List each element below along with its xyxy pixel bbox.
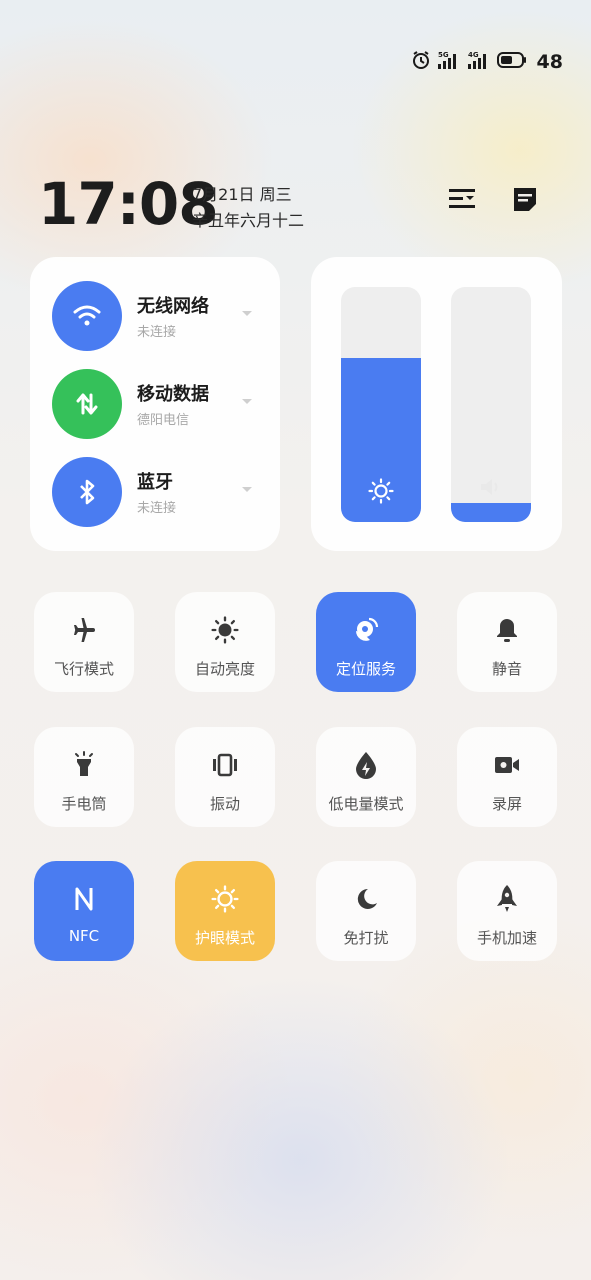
tile-silent[interactable]: 静音 <box>457 592 557 692</box>
moon-icon <box>353 885 379 913</box>
tile-label: 免打扰 <box>343 929 389 947</box>
svg-text:4G: 4G <box>468 51 479 59</box>
tile-label: 静音 <box>491 660 522 678</box>
bluetooth-expand-icon[interactable] <box>242 487 252 492</box>
sun-icon <box>211 616 239 644</box>
date-text: 7月21日 周三 <box>192 185 292 204</box>
brightness-icon <box>341 478 421 504</box>
battery-level: 48 <box>536 51 563 73</box>
clock: 17:08 <box>38 170 219 238</box>
tile-label: 低电量模式 <box>328 795 404 813</box>
mobile-data-carrier: 德阳电信 <box>137 413 190 428</box>
mobile-data-icon <box>76 393 98 415</box>
svg-text:5G: 5G <box>438 51 449 59</box>
flashlight-icon <box>71 751 97 779</box>
date-block: 7月21日 周三 辛丑年六月十二 <box>192 182 304 234</box>
alarm-icon <box>411 50 431 74</box>
volume-level <box>451 503 531 522</box>
tile-vibrate[interactable]: 振动 <box>175 727 275 827</box>
note-icon <box>514 188 536 211</box>
rocket-icon <box>495 885 519 913</box>
signal-4g-icon: 4G <box>467 50 491 74</box>
mobile-data-title: 移动数据 <box>137 384 209 405</box>
bluetooth-icon <box>80 479 95 505</box>
tile-screen-record[interactable]: 录屏 <box>457 727 557 827</box>
tile-label: 振动 <box>209 795 240 813</box>
bluetooth-title: 蓝牙 <box>137 472 173 493</box>
nfc-icon <box>72 885 96 913</box>
tile-battery-saver[interactable]: 低电量模式 <box>316 727 416 827</box>
tile-nfc[interactable]: NFC <box>34 861 134 961</box>
battery-icon <box>496 51 527 73</box>
tile-flashlight[interactable]: 手电筒 <box>34 727 134 827</box>
battery-saver-icon <box>353 751 379 779</box>
tile-label: 护眼模式 <box>194 929 255 947</box>
bluetooth-status: 未连接 <box>137 501 177 516</box>
mobile-data-expand-icon[interactable] <box>242 399 252 404</box>
notes-button[interactable] <box>507 182 543 216</box>
wifi-status: 未连接 <box>137 325 177 340</box>
bluetooth-button[interactable] <box>52 457 122 527</box>
status-bar: 5G 4G 48 <box>411 50 563 74</box>
brightness-slider[interactable] <box>341 287 421 522</box>
wifi-title: 无线网络 <box>137 296 209 317</box>
wifi-expand-icon[interactable] <box>242 311 252 316</box>
screen-record-icon <box>493 751 521 779</box>
mobile-data-button[interactable] <box>52 369 122 439</box>
tile-do-not-disturb[interactable]: 免打扰 <box>316 861 416 961</box>
tile-phone-boost[interactable]: 手机加速 <box>457 861 557 961</box>
wifi-toggle[interactable]: 无线网络 未连接 <box>52 281 272 351</box>
vibrate-icon <box>211 751 239 779</box>
slider-panel <box>311 257 562 551</box>
tile-airplane-mode[interactable]: 飞行模式 <box>34 592 134 692</box>
airplane-icon <box>70 616 98 644</box>
lunar-date-text: 辛丑年六月十二 <box>192 211 305 230</box>
tile-label: 飞行模式 <box>53 660 114 678</box>
wifi-icon <box>73 305 101 326</box>
tile-label: NFC <box>68 927 100 945</box>
tile-label: 手电筒 <box>61 795 107 813</box>
tile-location-service[interactable]: 定位服务 <box>316 592 416 692</box>
bluetooth-toggle[interactable]: 蓝牙 未连接 <box>52 457 272 527</box>
tile-label: 手机加速 <box>476 929 537 947</box>
bell-icon <box>494 616 520 644</box>
tile-label: 录屏 <box>491 795 522 813</box>
volume-slider[interactable] <box>451 287 531 522</box>
connectivity-panel: 无线网络 未连接 移动数据 德阳电信 蓝牙 未连接 <box>30 257 280 551</box>
mobile-data-toggle[interactable]: 移动数据 德阳电信 <box>52 369 272 439</box>
sort-list-icon <box>449 189 475 208</box>
tile-auto-brightness[interactable]: 自动亮度 <box>175 592 275 692</box>
location-icon <box>352 616 380 644</box>
volume-icon <box>451 476 531 498</box>
wifi-button[interactable] <box>52 281 122 351</box>
edit-tiles-button[interactable] <box>444 182 480 216</box>
tile-eye-care[interactable]: 护眼模式 <box>175 861 275 961</box>
tile-label: 自动亮度 <box>194 660 255 678</box>
tile-label: 定位服务 <box>335 660 396 678</box>
eye-care-icon <box>211 885 239 913</box>
signal-5g-icon: 5G <box>437 50 461 74</box>
